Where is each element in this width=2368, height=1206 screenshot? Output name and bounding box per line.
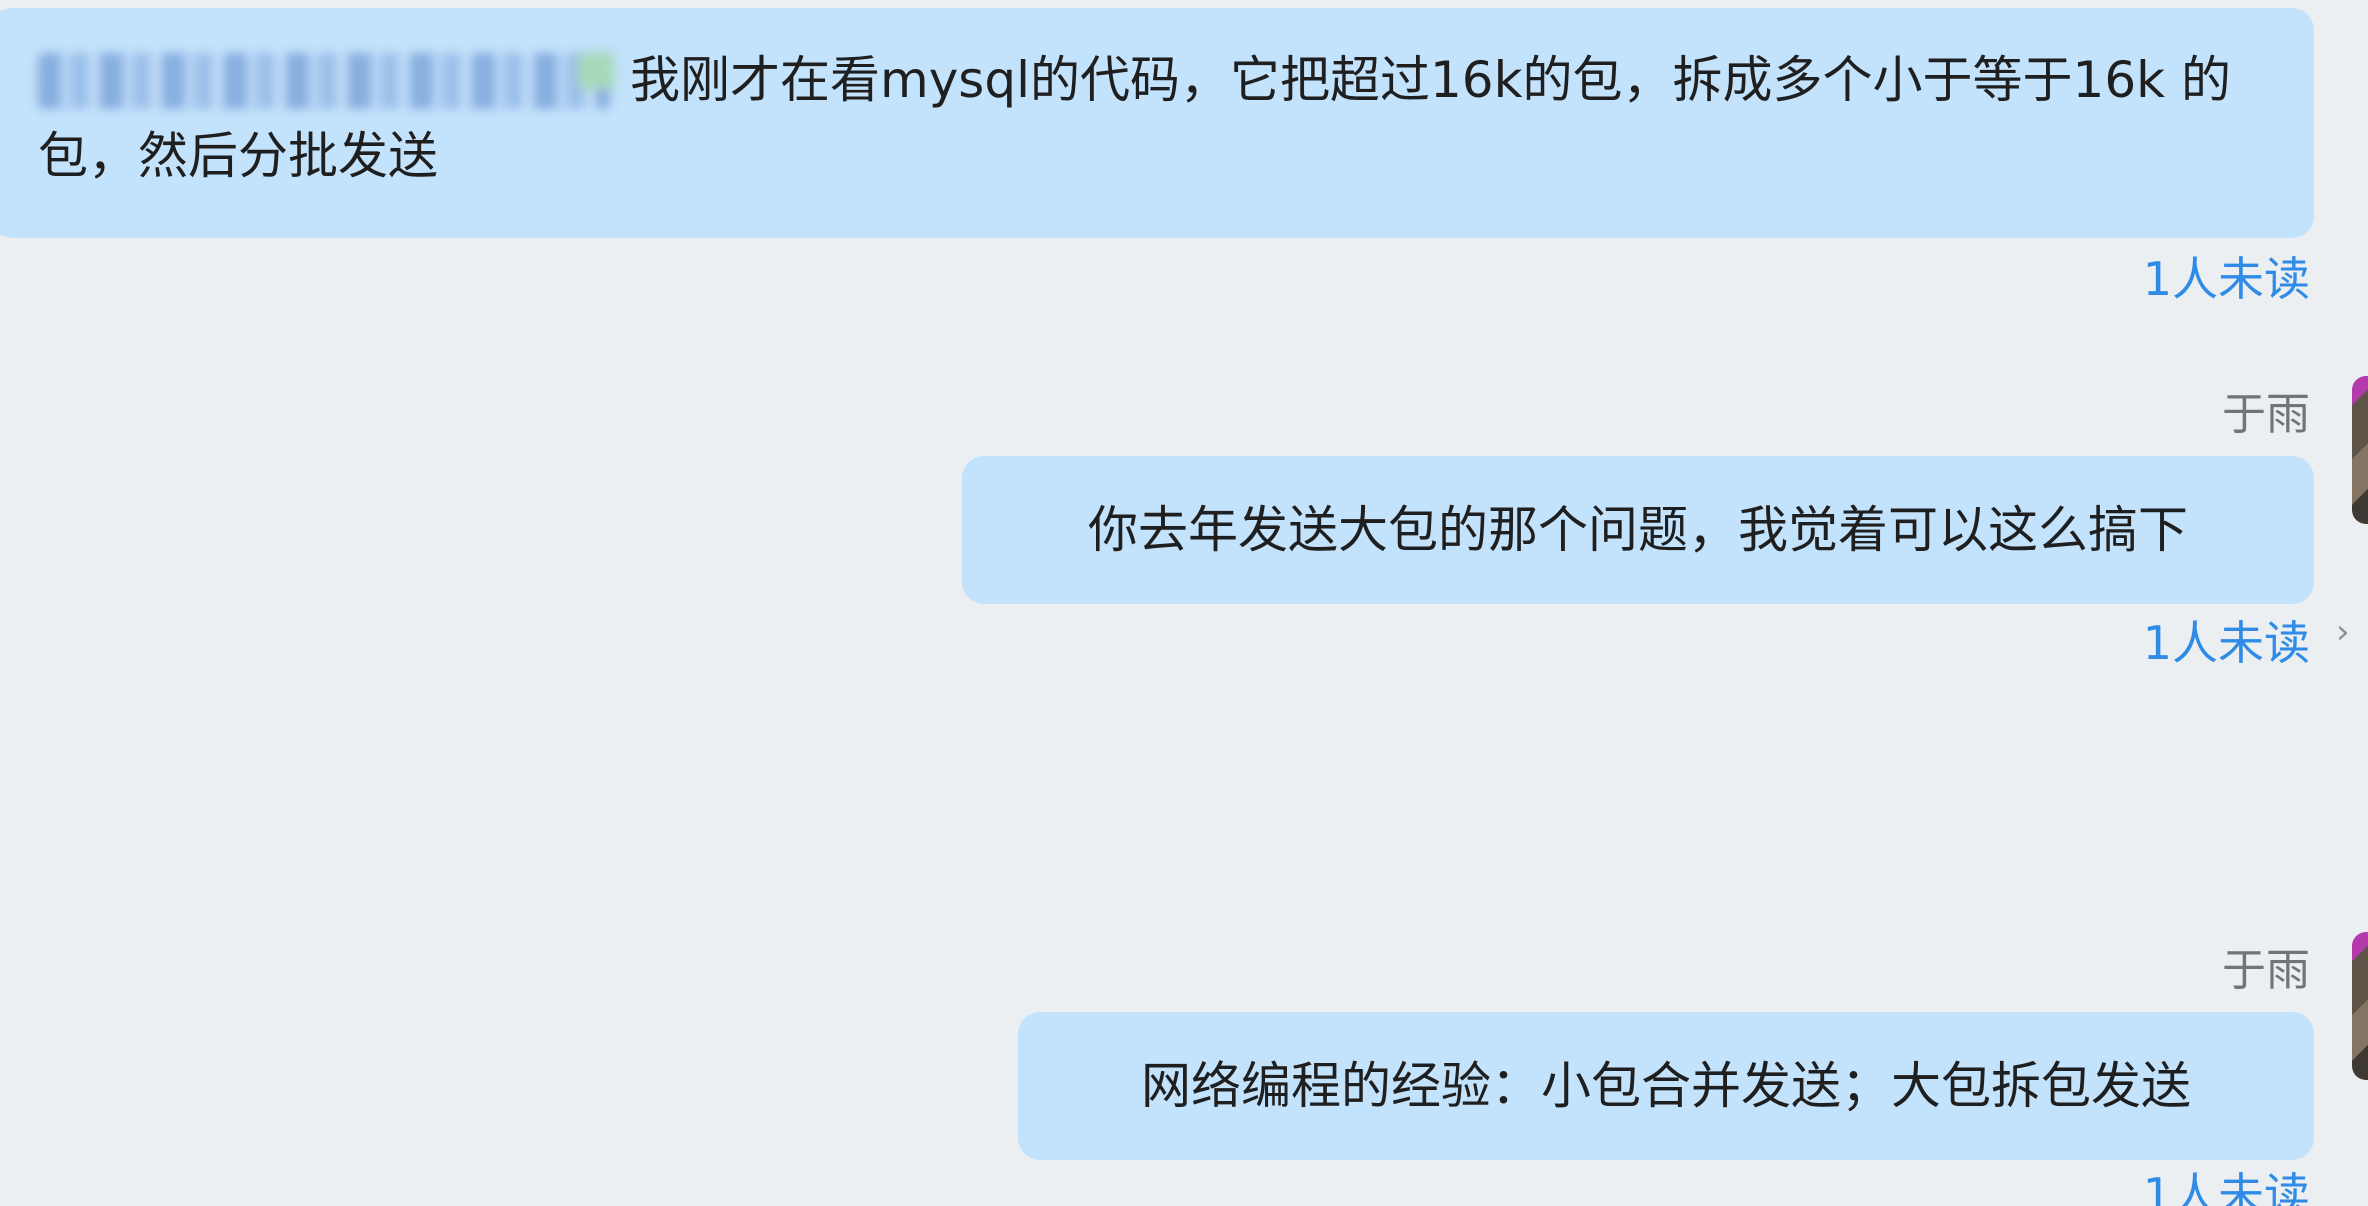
- read-status-1[interactable]: 1人未读: [2143, 252, 2310, 306]
- read-status-2[interactable]: 1人未读: [2143, 616, 2310, 670]
- message-bubble-1[interactable]: 我刚才在看mysql的代码，它把超过16k的包，拆成多个小于等于16k 的包，然…: [0, 8, 2314, 238]
- message-bubble-3[interactable]: 网络编程的经验：小包合并发送；大包拆包发送: [1018, 1012, 2314, 1160]
- message-text-3: 网络编程的经验：小包合并发送；大包拆包发送: [1141, 1057, 2191, 1115]
- chat-window: 我刚才在看mysql的代码，它把超过16k的包，拆成多个小于等于16k 的包，然…: [0, 0, 2368, 1206]
- timestamp-divider: [918, 784, 1264, 836]
- sender-name-2: 于雨: [2222, 945, 2310, 996]
- mention-tag: [38, 53, 614, 109]
- message-text-2: 你去年发送大包的那个问题，我觉着可以这么搞下: [1088, 501, 2188, 559]
- chevron-right-icon[interactable]: ›: [2336, 612, 2350, 652]
- mention-emoji: [578, 53, 614, 89]
- sender-name-1: 于雨: [2222, 389, 2310, 440]
- read-status-3[interactable]: 1人未读: [2143, 1168, 2310, 1206]
- message-bubble-2[interactable]: 你去年发送大包的那个问题，我觉着可以这么搞下: [962, 456, 2314, 604]
- sender-avatar-2[interactable]: [2352, 932, 2368, 1080]
- sender-avatar-1[interactable]: [2352, 376, 2368, 524]
